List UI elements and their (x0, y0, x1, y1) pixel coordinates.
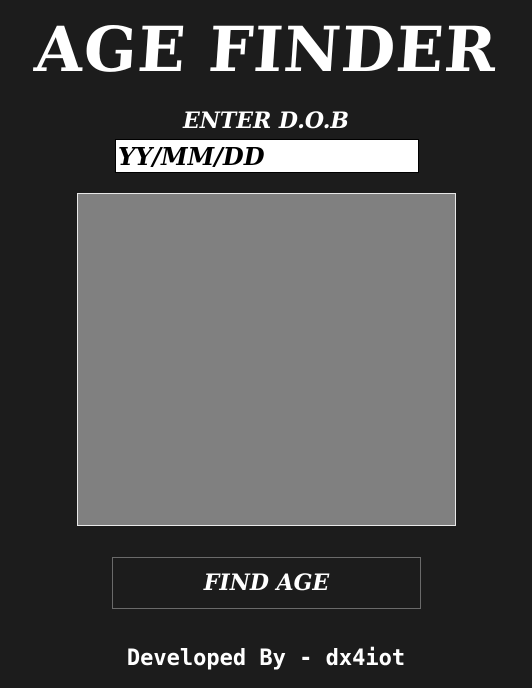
result-panel (77, 193, 456, 526)
app-title: AGE FINDER (32, 13, 500, 86)
dob-label: ENTER D.O.B (182, 108, 350, 134)
footer-credit: Developed By - dx4iot (126, 646, 406, 671)
find-age-button[interactable]: FIND AGE (112, 557, 421, 609)
dob-input[interactable] (115, 139, 419, 173)
